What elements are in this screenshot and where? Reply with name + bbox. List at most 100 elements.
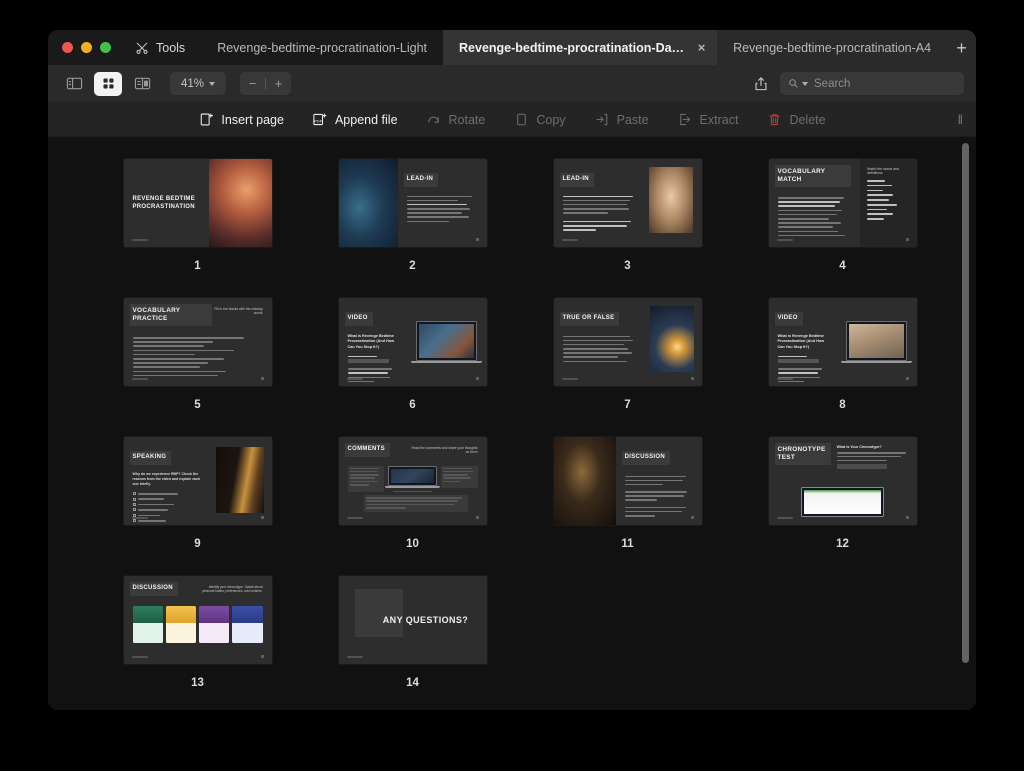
page-cell-4[interactable]: VOCABULARY MATCH Match the words and def…	[735, 159, 950, 298]
page-number-7: 7	[624, 399, 631, 411]
page-cell-8[interactable]: VIDEO What is Revenge Bedtime Procrastin…	[735, 298, 950, 437]
page-thumbnail-3[interactable]: LEAD-IN	[553, 159, 702, 247]
tab-a4[interactable]: Revenge-bedtime-procratination-A4	[717, 30, 948, 65]
slide-title-10: COMMENTS	[344, 443, 390, 457]
grid-view-icon	[103, 78, 113, 89]
slide-screenshot-12	[801, 487, 884, 517]
tab-light-label: Revenge-bedtime-procratination-Light	[217, 40, 428, 55]
chronotype-card	[199, 605, 230, 643]
minimize-window-button[interactable]	[81, 42, 92, 53]
extract-button[interactable]: Extract	[663, 112, 753, 128]
slide-laptop-8	[840, 321, 913, 363]
close-window-button[interactable]	[62, 42, 73, 53]
chevron-down-icon	[209, 81, 216, 86]
insert-page-button[interactable]: Insert page	[184, 112, 298, 128]
page-cell-2[interactable]: LEAD-IN 2	[305, 159, 520, 298]
paste-label: Paste	[616, 112, 649, 127]
slide-photo-2	[338, 159, 398, 247]
zoom-window-button[interactable]	[100, 42, 111, 53]
slide-title-7: TRUE OR FALSE	[559, 312, 620, 326]
page-thumbnail-11[interactable]: DISCUSSION	[553, 437, 702, 525]
search-placeholder: Search	[814, 77, 851, 90]
page-thumbnail-14[interactable]: ANY QUESTIONS?	[338, 576, 487, 664]
page-cell-1[interactable]: REVENGE BEDTIME PROCRASTINATION 1	[90, 159, 305, 298]
scrollbar-thumb[interactable]	[962, 143, 969, 663]
zoom-level-select[interactable]: 41%	[170, 72, 226, 95]
tab-light[interactable]: Revenge-bedtime-procratination-Light	[201, 30, 444, 65]
page-thumbnail-6[interactable]: VIDEO What is Revenge Bedtime Procrastin…	[338, 298, 487, 386]
zoom-stepper: − +	[240, 72, 291, 95]
page-cell-6[interactable]: VIDEO What is Revenge Bedtime Procrastin…	[305, 298, 520, 437]
delete-button[interactable]: Delete	[752, 112, 839, 128]
slide-title-3: LEAD-IN	[559, 173, 594, 187]
copy-button[interactable]: Copy	[499, 112, 579, 128]
close-icon[interactable]: ×	[694, 40, 709, 55]
slide-title-6: VIDEO	[344, 312, 373, 326]
page-number-2: 2	[409, 260, 416, 272]
page-thumbnail-9[interactable]: SPEAKING Why do we experience RBP? Check…	[123, 437, 272, 525]
page-thumbnail-8[interactable]: VIDEO What is Revenge Bedtime Procrastin…	[768, 298, 917, 386]
page-cell-14[interactable]: ANY QUESTIONS? 14	[305, 576, 520, 710]
slide-subtitle-6: What is Revenge Bedtime Procrastination …	[347, 333, 395, 349]
trash-icon	[766, 112, 782, 128]
tab-dark[interactable]: Revenge-bedtime-procratination-Da… ×	[443, 30, 718, 65]
page-thumbnail-12[interactable]: CHRONOTYPE TEST What Is Your Chronotype?	[768, 437, 917, 525]
slide-title-5: VOCABULARY PRACTICE	[129, 304, 212, 326]
page-number-4: 4	[839, 260, 846, 272]
zoom-level-value: 41%	[180, 77, 205, 90]
tools-menu-button[interactable]: Tools	[125, 30, 202, 65]
chronotype-card	[132, 605, 163, 643]
vertical-scrollbar[interactable]	[962, 143, 969, 678]
page-number-10: 10	[406, 538, 419, 550]
extract-icon	[677, 112, 693, 128]
grid-view-button[interactable]	[94, 71, 122, 96]
slide-title-9: SPEAKING	[129, 451, 172, 465]
zoom-out-button[interactable]: −	[240, 76, 265, 91]
rotate-button[interactable]: Rotate	[412, 112, 500, 128]
page-cell-5[interactable]: VOCABULARY PRACTICE Fill in the blanks w…	[90, 298, 305, 437]
rotate-icon	[426, 112, 442, 128]
page-number-5: 5	[194, 399, 201, 411]
slide-laptop-6	[410, 321, 483, 363]
comment-card	[363, 495, 468, 513]
page-number-13: 13	[191, 677, 204, 689]
slide-subtitle-4: Match the words and definitions	[867, 167, 899, 175]
page-thumbnail-5[interactable]: VOCABULARY PRACTICE Fill in the blanks w…	[123, 298, 272, 386]
page-cell-13[interactable]: DISCUSSION Identify your chronotype. Spe…	[90, 576, 305, 710]
page-thumbnail-2[interactable]: LEAD-IN	[338, 159, 487, 247]
page-cell-12[interactable]: CHRONOTYPE TEST What Is Your Chronotype?	[735, 437, 950, 576]
page-thumbnail-4[interactable]: VOCABULARY MATCH Match the words and def…	[768, 159, 917, 247]
share-icon	[755, 76, 767, 90]
new-tab-button[interactable]: +	[947, 30, 976, 65]
page-cell-3[interactable]: LEAD-IN 3	[520, 159, 735, 298]
search-scope-chevron-icon[interactable]	[802, 81, 808, 86]
zoom-in-button[interactable]: +	[266, 76, 291, 91]
page-thumbnail-10[interactable]: COMMENTS Read the comments and share you…	[338, 437, 487, 525]
page-thumbnail-13[interactable]: DISCUSSION Identify your chronotype. Spe…	[123, 576, 272, 664]
slide-title-8: VIDEO	[774, 312, 803, 326]
page-thumbnail-7[interactable]: TRUE OR FALSE	[553, 298, 702, 386]
split-view-button[interactable]	[128, 72, 156, 96]
page-number-11: 11	[621, 538, 634, 550]
slide-photo-11	[553, 437, 616, 525]
page-cell-10[interactable]: COMMENTS Read the comments and share you…	[305, 437, 520, 576]
append-file-button[interactable]: PDF Append file	[298, 112, 412, 128]
slide-photo-3	[649, 167, 693, 233]
page-cell-7[interactable]: TRUE OR FALSE 7	[520, 298, 735, 437]
svg-text:PDF: PDF	[315, 119, 323, 124]
page-cell-11[interactable]: DISCUSSION 11	[520, 437, 735, 576]
share-button[interactable]	[748, 72, 774, 96]
extract-label: Extract	[699, 112, 739, 127]
paste-button[interactable]: Paste	[580, 112, 663, 128]
resize-grip[interactable]: ‖	[958, 112, 963, 127]
search-field[interactable]: Search	[780, 72, 964, 95]
page-thumbnail-1[interactable]: REVENGE BEDTIME PROCRASTINATION	[123, 159, 272, 247]
sidebar-view-button[interactable]	[60, 72, 88, 96]
tab-bar: Tools Revenge-bedtime-procratination-Lig…	[48, 30, 976, 65]
insert-page-label: Insert page	[221, 112, 284, 127]
slide-title-11: DISCUSSION	[621, 451, 670, 465]
page-number-8: 8	[839, 399, 846, 411]
page-cell-9[interactable]: SPEAKING Why do we experience RBP? Check…	[90, 437, 305, 576]
paste-icon	[594, 112, 610, 128]
copy-icon	[513, 112, 529, 128]
